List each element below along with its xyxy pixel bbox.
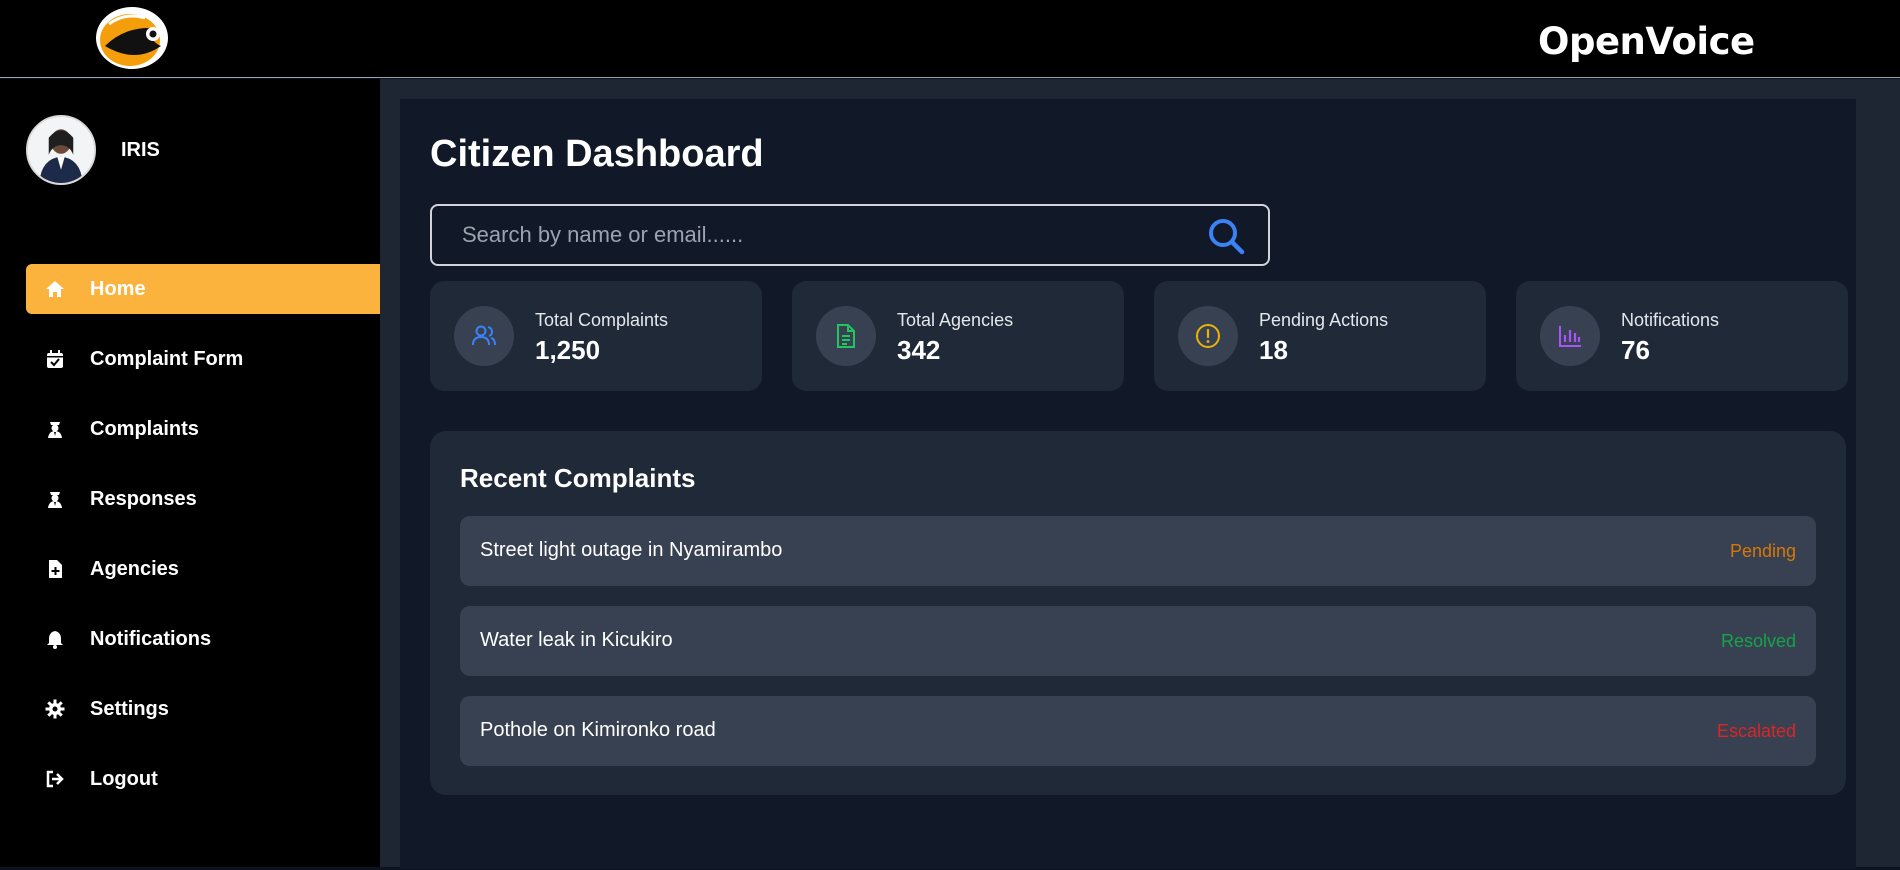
status-badge: Pending xyxy=(1729,541,1796,561)
search-icon[interactable] xyxy=(1206,216,1246,256)
sidebar-item-agencies[interactable]: Agencies xyxy=(26,544,380,594)
stat-value: 342 xyxy=(897,335,941,365)
complaint-text: Pothole on Kimironko road xyxy=(480,719,716,741)
sidebar-item-label: Complaints xyxy=(90,417,199,440)
sidebar-item-home[interactable]: Home xyxy=(26,264,380,314)
list-item[interactable]: Pothole on Kimironko road Escalated xyxy=(460,696,1816,766)
username: IRIS xyxy=(121,139,160,161)
stat-label: Notifications xyxy=(1621,310,1720,330)
users-icon xyxy=(454,306,514,366)
sidebar-item-logout[interactable]: Logout xyxy=(26,754,380,804)
sidebar-item-notifications[interactable]: Notifications xyxy=(26,614,380,664)
avatar[interactable] xyxy=(26,115,96,185)
sidebar-item-label: Logout xyxy=(90,767,158,790)
stat-value: 76 xyxy=(1621,335,1650,365)
stat-card-total-agencies[interactable]: Total Agencies 342 xyxy=(792,281,1124,391)
sidebar-item-complaints[interactable]: Complaints xyxy=(26,404,380,454)
logout-icon xyxy=(44,768,66,790)
complaint-text: Water leak in Kicukiro xyxy=(480,629,673,651)
document-icon xyxy=(816,306,876,366)
stat-card-pending-actions[interactable]: Pending Actions 18 xyxy=(1154,281,1486,391)
alert-circle-icon xyxy=(1178,306,1238,366)
sidebar-item-label: Notifications xyxy=(90,627,212,650)
sidebar-item-label: Agencies xyxy=(90,557,179,580)
main-area: Citizen Dashboard Total Complaints 1,250… xyxy=(380,79,1900,869)
sidebar-item-complaint-form[interactable]: Complaint Form xyxy=(26,334,380,384)
file-plus-icon xyxy=(44,558,66,580)
sidebar-item-label: Home xyxy=(90,277,146,300)
stat-label: Pending Actions xyxy=(1259,310,1389,330)
stat-card-total-complaints[interactable]: Total Complaints 1,250 xyxy=(430,281,762,391)
user-officer-icon xyxy=(44,418,66,440)
status-badge: Resolved xyxy=(1720,631,1796,651)
sidebar: IRIS Home Complaint Form Complaints Resp… xyxy=(0,79,380,867)
page-title: Citizen Dashboard xyxy=(430,133,764,175)
calendar-check-icon xyxy=(44,348,66,370)
stat-card-notifications[interactable]: Notifications 76 xyxy=(1516,281,1848,391)
list-item[interactable]: Water leak in Kicukiro Resolved xyxy=(460,606,1816,676)
list-item[interactable]: Street light outage in Nyamirambo Pendin… xyxy=(460,516,1816,586)
dashboard-panel: Citizen Dashboard Total Complaints 1,250… xyxy=(400,99,1856,869)
sidebar-item-label: Complaint Form xyxy=(90,347,244,370)
recent-complaints-panel: Recent Complaints Street light outage in… xyxy=(430,431,1846,795)
openvoice-logo-icon[interactable] xyxy=(95,6,169,70)
sidebar-item-responses[interactable]: Responses xyxy=(26,474,380,524)
stat-value: 1,250 xyxy=(535,335,601,365)
stat-label: Total Agencies xyxy=(897,310,1014,330)
sidebar-item-label: Settings xyxy=(90,697,169,720)
brand-name: OpenVoice xyxy=(1538,20,1755,63)
home-icon xyxy=(44,278,66,300)
bar-chart-icon xyxy=(1540,306,1600,366)
stat-value: 18 xyxy=(1259,335,1288,365)
top-bar: OpenVoice xyxy=(0,0,1900,78)
recent-complaints-title: Recent Complaints xyxy=(460,463,696,493)
gear-icon xyxy=(44,698,66,720)
sidebar-item-label: Responses xyxy=(90,487,197,510)
stat-cards: Total Complaints 1,250 Total Agencies 34… xyxy=(430,281,1848,391)
sidebar-item-settings[interactable]: Settings xyxy=(26,684,380,734)
search-input[interactable] xyxy=(432,206,1192,264)
user-officer-icon xyxy=(44,488,66,510)
complaint-text: Street light outage in Nyamirambo xyxy=(480,539,783,561)
stat-label: Total Complaints xyxy=(535,310,669,330)
sidebar-nav: Home Complaint Form Complaints Responses… xyxy=(26,264,380,824)
bell-icon xyxy=(44,628,66,650)
status-badge: Escalated xyxy=(1716,721,1796,741)
search-box xyxy=(430,204,1270,266)
